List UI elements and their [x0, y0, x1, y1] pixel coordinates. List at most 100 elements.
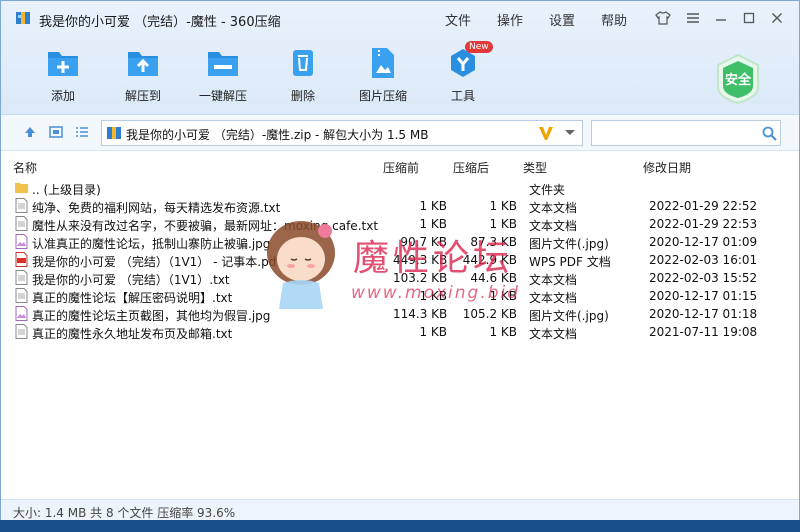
one-click-extract-label: 一键解压: [198, 89, 247, 103]
minimize-icon: [716, 19, 726, 21]
extract-to-label: 解压到: [124, 89, 161, 103]
maximize-icon: [743, 12, 755, 24]
delete-label: 删除: [290, 89, 315, 103]
file-date: 2022-02-03 16:01: [649, 253, 758, 267]
window-header: 我是你的小可爱 （完结）-魔性 - 360压缩 文件 操作 设置 帮助 添加 解…: [1, 1, 799, 115]
column-size-after[interactable]: 压缩后: [453, 159, 489, 176]
file-date: 2020-12-17 01:18: [649, 307, 758, 321]
file-name: 我是你的小可爱 （完结）（1V1） - 记事本.pdf: [32, 255, 281, 269]
txt-file-icon: [15, 324, 28, 339]
menu-settings[interactable]: 设置: [549, 10, 575, 29]
size-after: 105.2 KB: [462, 307, 517, 321]
file-name: 我是你的小可爱 （完结）（1V1）.txt: [32, 273, 230, 287]
size-after: 44.6 KB: [470, 271, 517, 285]
file-type: WPS PDF 文档: [529, 255, 611, 269]
image-compress-button[interactable]: 图片压缩: [351, 47, 415, 107]
shirt-icon: [655, 11, 671, 25]
path-text: 我是你的小可爱 （完结）-魔性.zip - 解包大小为 1.5 MB: [126, 128, 429, 142]
file-date: 2021-07-11 19:08: [649, 325, 758, 339]
thumbnail-view-icon[interactable]: [49, 125, 63, 139]
size-before: 1 KB: [419, 217, 447, 231]
delete-button[interactable]: 删除: [271, 47, 335, 107]
size-before: 103.2 KB: [393, 271, 448, 285]
size-before: 114.3 KB: [393, 307, 448, 321]
up-arrow-icon[interactable]: [23, 125, 37, 139]
txt-file-icon: [15, 270, 28, 285]
new-badge: New: [465, 41, 493, 53]
size-before: 90.7 KB: [400, 235, 447, 249]
file-type: 文本文档: [529, 219, 578, 233]
archive-app-icon: [16, 12, 30, 24]
tools-button[interactable]: New 工具: [431, 41, 495, 107]
column-type[interactable]: 类型: [523, 159, 547, 176]
file-type: 文本文档: [529, 291, 578, 305]
file-row[interactable]: 真正的魔性论坛主页截图，其他均为假冒.jpg 114.3 KB 105.2 KB…: [1, 305, 799, 323]
file-name: 纯净、免费的福利网站，每天精选发布资源.txt: [32, 201, 281, 215]
file-row[interactable]: 魔性从来没有改过名字，不要被骗，最新网址：moxing.cafe.txt 1 K…: [1, 215, 799, 233]
menu-operate[interactable]: 操作: [497, 10, 523, 29]
security-shield-button[interactable]: 安全: [714, 53, 762, 105]
jpg-file-icon: [15, 306, 28, 321]
close-button[interactable]: [767, 9, 787, 27]
file-type: 文本文档: [529, 327, 578, 341]
file-name: 真正的魔性论坛【解压密码说明】.txt: [32, 291, 233, 305]
file-name: 认准真正的魔性论坛，抵制山寨防止被骗.jpg: [32, 237, 271, 251]
txt-file-icon: [15, 198, 28, 213]
size-before: 1 KB: [419, 199, 447, 213]
file-row[interactable]: 我是你的小可爱 （完结）（1V1）.txt 103.2 KB 44.6 KB 文…: [1, 269, 799, 287]
column-modified[interactable]: 修改日期: [643, 159, 691, 176]
pdf-file-icon: [15, 252, 28, 267]
file-name: 魔性从来没有改过名字，不要被骗，最新网址：moxing.cafe.txt: [32, 219, 379, 233]
txt-file-icon: [15, 288, 28, 303]
file-date: 2022-01-29 22:53: [649, 217, 758, 231]
file-date: 2020-12-17 01:09: [649, 235, 758, 249]
size-after: 1 KB: [489, 199, 517, 213]
one-click-extract-button[interactable]: 一键解压: [191, 47, 255, 107]
file-type: 文件夹: [529, 183, 566, 197]
chevron-down-icon[interactable]: [564, 129, 576, 137]
minimize-button[interactable]: [711, 9, 731, 27]
file-type: 文本文档: [529, 201, 578, 215]
title-bar: 我是你的小可爱 （完结）-魔性 - 360压缩 文件 操作 设置 帮助: [1, 1, 799, 35]
verified-v-icon[interactable]: [538, 125, 554, 141]
file-row[interactable]: 我是你的小可爱 （完结）（1V1） - 记事本.pdf 449.3 KB 442…: [1, 251, 799, 269]
path-field[interactable]: 我是你的小可爱 （完结）-魔性.zip - 解包大小为 1.5 MB: [101, 120, 583, 146]
file-type: 文本文档: [529, 273, 578, 287]
file-row[interactable]: .. (上级目录) 文件夹: [1, 179, 799, 197]
size-after: 1 KB: [489, 289, 517, 303]
address-bar-row: 我是你的小可爱 （完结）-魔性.zip - 解包大小为 1.5 MB: [1, 115, 799, 151]
file-row[interactable]: 认准真正的魔性论坛，抵制山寨防止被骗.jpg 90.7 KB 87.3 KB 图…: [1, 233, 799, 251]
size-after: 442.9 KB: [462, 253, 517, 267]
skin-button[interactable]: [653, 9, 673, 27]
menu-file[interactable]: 文件: [445, 10, 471, 29]
size-after: 1 KB: [489, 325, 517, 339]
file-date: 2020-12-17 01:15: [649, 289, 758, 303]
size-before: 1 KB: [419, 325, 447, 339]
extract-to-icon: [125, 47, 161, 79]
file-type: 图片文件(.jpg): [529, 309, 609, 323]
column-name[interactable]: 名称: [13, 159, 37, 176]
column-size-before[interactable]: 压缩前: [383, 159, 419, 176]
file-row[interactable]: 真正的魔性永久地址发布页及邮箱.txt 1 KB 1 KB 文本文档 2021-…: [1, 323, 799, 341]
file-name: 真正的魔性永久地址发布页及邮箱.txt: [32, 327, 233, 341]
list-view-icon[interactable]: [75, 125, 89, 139]
file-row[interactable]: 真正的魔性论坛【解压密码说明】.txt 1 KB 1 KB 文本文档 2020-…: [1, 287, 799, 305]
menu-help[interactable]: 帮助: [601, 10, 627, 29]
status-text: 大小: 1.4 MB 共 8 个文件 压缩率 93.6%: [13, 506, 236, 520]
file-row[interactable]: 纯净、免费的福利网站，每天精选发布资源.txt 1 KB 1 KB 文本文档 2…: [1, 197, 799, 215]
folder-icon: [15, 183, 28, 193]
file-date: 2022-01-29 22:52: [649, 199, 758, 213]
search-input[interactable]: [591, 120, 781, 146]
file-list-header: 名称 压缩前 压缩后 类型 修改日期: [1, 153, 799, 177]
zip-file-icon: [107, 127, 121, 139]
txt-file-icon: [15, 216, 28, 231]
image-compress-label: 图片压缩: [358, 89, 407, 103]
add-button[interactable]: 添加: [31, 47, 95, 107]
image-compress-icon: [365, 47, 401, 79]
add-icon: [45, 47, 81, 79]
search-icon[interactable]: [762, 126, 777, 141]
maximize-button[interactable]: [739, 9, 759, 27]
size-before: 1 KB: [419, 289, 447, 303]
menu-button[interactable]: [683, 9, 703, 27]
extract-to-button[interactable]: 解压到: [111, 47, 175, 107]
